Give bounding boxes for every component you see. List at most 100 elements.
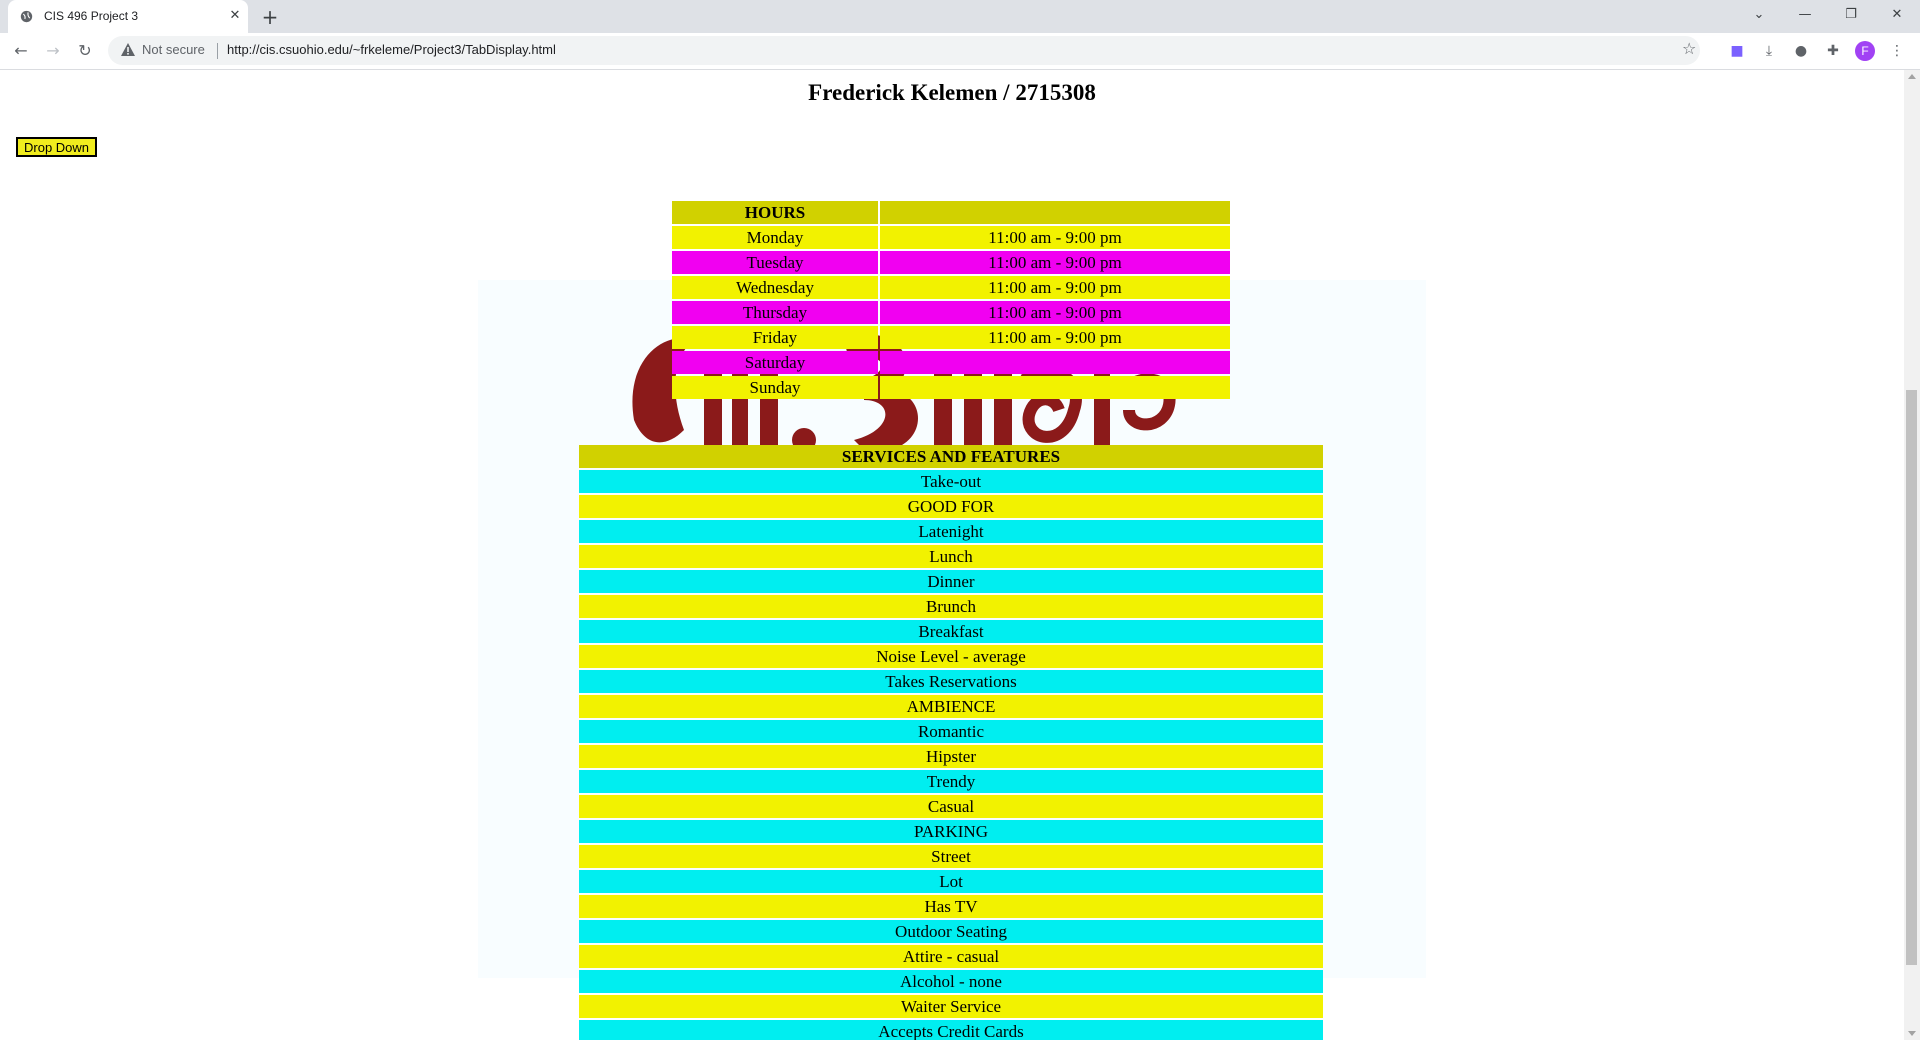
hours-row: Friday 11:00 am - 9:00 pm — [672, 326, 1230, 349]
browser-tab[interactable]: CIS 496 Project 3 ✕ — [8, 0, 248, 33]
avatar[interactable]: F — [1855, 41, 1875, 61]
hours-day-cell: Saturday — [672, 351, 878, 374]
hours-day-cell: Thursday — [672, 301, 878, 324]
drop-down-button[interactable]: Drop Down — [16, 137, 98, 157]
services-row: AMBIENCE — [579, 695, 1323, 718]
services-table: SERVICES AND FEATURES Take-out GOOD FOR La… — [577, 443, 1325, 1040]
hours-body: Monday 11:00 am - 9:00 pm Tuesday 11:00 am … — [672, 226, 1230, 399]
security-label[interactable]: Not secure — [142, 42, 205, 57]
page-viewport: Frederick Kelemen / 2715308 Drop Down HO… — [0, 70, 1904, 1040]
hours-day-cell: Friday — [672, 326, 878, 349]
hours-row: Wednesday 11:00 am - 9:00 pm — [672, 276, 1230, 299]
hours-row: Sunday — [672, 376, 1230, 399]
services-row: Lot — [579, 870, 1323, 893]
service-item-cell: Street — [579, 845, 1323, 868]
warning-triangle-icon — [121, 43, 135, 56]
hours-time-cell: 11:00 am - 9:00 pm — [880, 276, 1230, 299]
hours-time-cell — [880, 351, 1230, 374]
service-item-cell: Takes Reservations — [579, 670, 1323, 693]
service-item-cell: PARKING — [579, 820, 1323, 843]
hours-day-cell: Monday — [672, 226, 878, 249]
services-row: Brunch — [579, 595, 1323, 618]
star-icon[interactable]: ☆ — [1682, 39, 1696, 58]
hours-row: Saturday — [672, 351, 1230, 374]
hours-time-cell — [880, 376, 1230, 399]
services-row: Trendy — [579, 770, 1323, 793]
services-row: Outdoor Seating — [579, 920, 1323, 943]
forward-button[interactable]: → — [40, 38, 66, 64]
services-row: Street — [579, 845, 1323, 868]
address-bar[interactable]: Not secure http://cis.csuohio.edu/~frkel… — [108, 36, 1700, 65]
service-item-cell: Take-out — [579, 470, 1323, 493]
service-item-cell: Latenight — [579, 520, 1323, 543]
scroll-down-arrow-icon[interactable] — [1908, 1031, 1916, 1036]
teams-icon[interactable]: ■ — [1726, 40, 1748, 62]
tab-strip: CIS 496 Project 3 ✕ + ⌄ — ❐ ✕ — [0, 0, 1920, 33]
services-row: Accepts Credit Cards — [579, 1020, 1323, 1040]
services-row: Alcohol - none — [579, 970, 1323, 993]
new-tab-button[interactable]: + — [258, 5, 282, 29]
services-row: Casual — [579, 795, 1323, 818]
hours-day-cell: Tuesday — [672, 251, 878, 274]
services-row: Latenight — [579, 520, 1323, 543]
browser-toolbar: ← → ↻ Not secure http://cis.csuohio.edu/… — [0, 33, 1920, 70]
scroll-thumb[interactable] — [1906, 390, 1917, 965]
download-icon[interactable]: ⤓ — [1758, 40, 1780, 62]
hours-time-cell: 11:00 am - 9:00 pm — [880, 251, 1230, 274]
tab-search-icon[interactable]: ⌄ — [1736, 0, 1782, 30]
menu-icon[interactable]: ⋮ — [1886, 40, 1908, 62]
hours-header-blank — [880, 201, 1230, 224]
services-row: Romantic — [579, 720, 1323, 743]
service-item-cell: Lunch — [579, 545, 1323, 568]
service-item-cell: Casual — [579, 795, 1323, 818]
hours-time-cell: 11:00 am - 9:00 pm — [880, 326, 1230, 349]
service-item-cell: Lot — [579, 870, 1323, 893]
close-window-button[interactable]: ✕ — [1874, 0, 1920, 30]
page-title: Frederick Kelemen / 2715308 — [808, 80, 1096, 105]
service-item-cell: Breakfast — [579, 620, 1323, 643]
puzzle-icon[interactable]: ✚ — [1822, 40, 1844, 62]
reload-button[interactable]: ↻ — [72, 38, 98, 64]
services-row: Lunch — [579, 545, 1323, 568]
service-item-cell: Dinner — [579, 570, 1323, 593]
service-item-cell: Romantic — [579, 720, 1323, 743]
services-row: Noise Level - average — [579, 645, 1323, 668]
service-item-cell: Outdoor Seating — [579, 920, 1323, 943]
service-item-cell: Has TV — [579, 895, 1323, 918]
hours-row: Monday 11:00 am - 9:00 pm — [672, 226, 1230, 249]
services-row: Attire - casual — [579, 945, 1323, 968]
minimize-button[interactable]: — — [1782, 0, 1828, 30]
service-item-cell: Noise Level - average — [579, 645, 1323, 668]
service-item-cell: Waiter Service — [579, 995, 1323, 1018]
back-button[interactable]: ← — [8, 38, 34, 64]
hours-row: Thursday 11:00 am - 9:00 pm — [672, 301, 1230, 324]
service-item-cell: GOOD FOR — [579, 495, 1323, 518]
hours-time-cell: 11:00 am - 9:00 pm — [880, 226, 1230, 249]
omnibox-divider — [217, 43, 218, 59]
services-header: SERVICES AND FEATURES — [579, 445, 1323, 468]
service-item-cell: Brunch — [579, 595, 1323, 618]
hours-row: Tuesday 11:00 am - 9:00 pm — [672, 251, 1230, 274]
services-row: Has TV — [579, 895, 1323, 918]
vertical-scrollbar[interactable] — [1904, 70, 1920, 1040]
services-row: PARKING — [579, 820, 1323, 843]
services-row: GOOD FOR — [579, 495, 1323, 518]
globe-icon — [20, 10, 33, 23]
service-item-cell: Hipster — [579, 745, 1323, 768]
services-row: Hipster — [579, 745, 1323, 768]
services-row: Waiter Service — [579, 995, 1323, 1018]
hours-day-cell: Wednesday — [672, 276, 878, 299]
services-body: Take-out GOOD FOR Latenight Lunch Dinner Brun… — [579, 470, 1323, 1040]
hours-time-cell: 11:00 am - 9:00 pm — [880, 301, 1230, 324]
service-item-cell: Trendy — [579, 770, 1323, 793]
service-item-cell: Attire - casual — [579, 945, 1323, 968]
service-item-cell: Alcohol - none — [579, 970, 1323, 993]
service-item-cell: Accepts Credit Cards — [579, 1020, 1323, 1040]
service-item-cell: AMBIENCE — [579, 695, 1323, 718]
scroll-up-arrow-icon[interactable] — [1908, 74, 1916, 79]
close-tab-icon[interactable]: ✕ — [226, 7, 244, 25]
restore-button[interactable]: ❐ — [1828, 0, 1874, 30]
vpn-icon[interactable]: ● — [1790, 40, 1812, 62]
tab-title: CIS 496 Project 3 — [44, 9, 139, 23]
url-text[interactable]: http://cis.csuohio.edu/~frkeleme/Project… — [227, 42, 556, 57]
